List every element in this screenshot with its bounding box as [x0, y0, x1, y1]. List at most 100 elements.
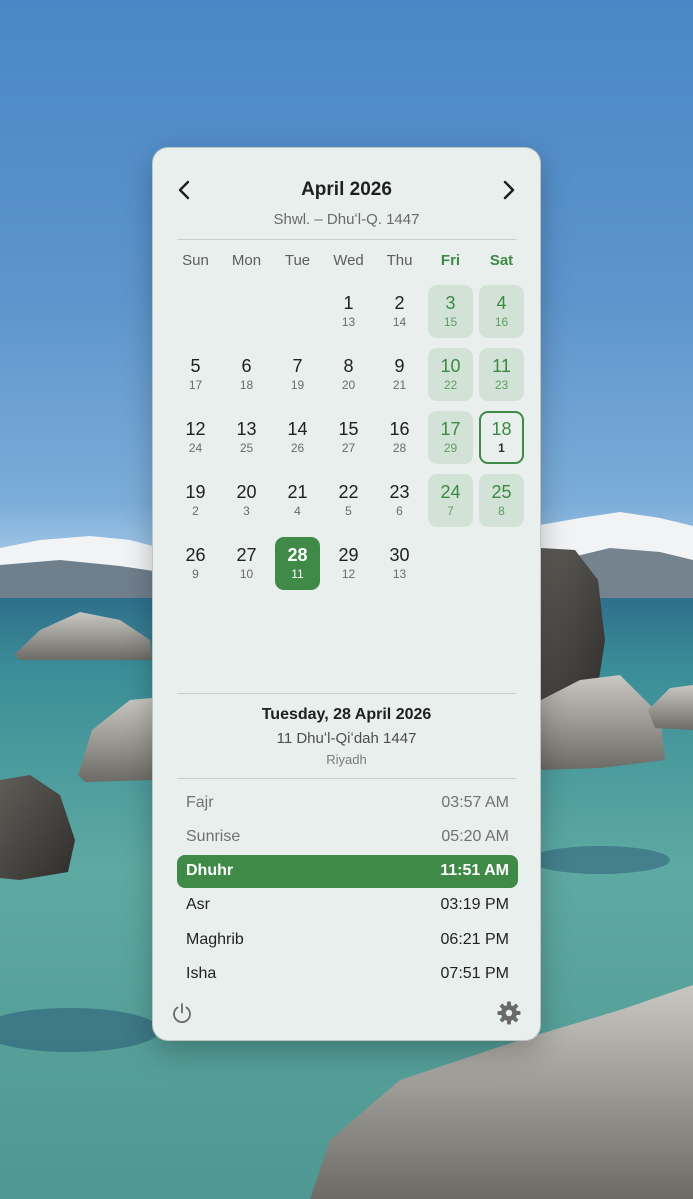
- hijri-day-number: 25: [239, 441, 254, 455]
- calendar-day-7[interactable]: 7 19: [275, 348, 320, 401]
- calendar-day-17[interactable]: 17 29: [428, 411, 473, 464]
- hijri-month-range: Shwl. – Dhuʻl-Q. 1447: [273, 211, 420, 228]
- calendar-day-4[interactable]: 4 16: [479, 285, 524, 338]
- prayer-time: 03:57 AM: [441, 793, 509, 811]
- hijri-day-number: 5: [345, 504, 352, 518]
- gregorian-day-number: 9: [394, 356, 405, 376]
- settings-button[interactable]: [496, 1000, 522, 1026]
- hijri-day-number: 29: [443, 441, 458, 455]
- calendar-day-26[interactable]: 26 9: [173, 537, 218, 590]
- calendar-day-22[interactable]: 22 5: [326, 474, 371, 527]
- hijri-day-number: 21: [392, 378, 407, 392]
- gregorian-day-number: 4: [496, 293, 507, 313]
- prayer-row-fajr[interactable]: Fajr 03:57 AM: [177, 786, 518, 819]
- gregorian-day-number: 13: [236, 419, 257, 439]
- hijri-day-number: 24: [188, 441, 203, 455]
- gregorian-day-number: 5: [190, 356, 201, 376]
- calendar-day-5[interactable]: 5 17: [173, 348, 218, 401]
- calendar-day-12[interactable]: 12 24: [173, 411, 218, 464]
- hijri-day-number: 26: [290, 441, 305, 455]
- gregorian-day-number: 27: [236, 545, 257, 565]
- calendar-day-3[interactable]: 3 15: [428, 285, 473, 338]
- gregorian-day-number: 21: [287, 482, 308, 502]
- hijri-day-number: 20: [341, 378, 356, 392]
- calendar-day-20[interactable]: 20 3: [224, 474, 269, 527]
- prayer-time: 03:19 PM: [440, 896, 509, 914]
- gear-icon: [497, 1001, 521, 1025]
- calendar-day-29[interactable]: 29 12: [326, 537, 371, 590]
- calendar-day-2[interactable]: 2 14: [377, 285, 422, 338]
- prayer-row-sunrise[interactable]: Sunrise 05:20 AM: [177, 820, 518, 853]
- calendar-day-25[interactable]: 25 8: [479, 474, 524, 527]
- hijri-day-number: 10: [239, 567, 254, 581]
- hijri-day-number: 9: [192, 567, 199, 581]
- calendar-day-15[interactable]: 15 27: [326, 411, 371, 464]
- hijri-day-number: 1: [498, 441, 505, 455]
- hijri-day-number: 19: [290, 378, 305, 392]
- month-title: April 2026: [301, 179, 392, 200]
- prayer-name: Dhuhr: [186, 862, 234, 880]
- gregorian-day-number: 24: [440, 482, 461, 502]
- calendar-day-16[interactable]: 16 28: [377, 411, 422, 464]
- calendar-day-28[interactable]: 28 11: [275, 537, 320, 590]
- hijri-day-number: 3: [243, 504, 250, 518]
- prayer-row-dhuhr[interactable]: Dhuhr 11:51 AM: [177, 854, 518, 888]
- gregorian-day-number: 18: [491, 419, 512, 439]
- calendar-day-14[interactable]: 14 26: [275, 411, 320, 464]
- calendar-day-9[interactable]: 9 21: [377, 348, 422, 401]
- prayer-row-isha[interactable]: Isha 07:51 PM: [177, 957, 518, 990]
- prayer-row-asr[interactable]: Asr 03:19 PM: [177, 889, 518, 922]
- prayer-row-maghrib[interactable]: Maghrib 06:21 PM: [177, 923, 518, 956]
- calendar-day-18[interactable]: 18 1: [479, 411, 524, 464]
- weekday-wed: Wed: [333, 252, 364, 269]
- gregorian-day-number: 11: [492, 356, 511, 376]
- hijri-day-number: 11: [291, 567, 304, 581]
- prayer-time: 06:21 PM: [440, 930, 509, 948]
- gregorian-day-number: 7: [292, 356, 303, 376]
- power-icon: [173, 1003, 191, 1024]
- header-divider: [177, 239, 516, 240]
- gregorian-day-number: 1: [343, 293, 354, 313]
- chevron-right-icon: [503, 180, 515, 200]
- hijri-day-number: 14: [392, 315, 407, 329]
- prayer-time: 05:20 AM: [441, 827, 509, 845]
- next-month-button[interactable]: [497, 178, 521, 202]
- calendar-day-30[interactable]: 30 13: [377, 537, 422, 590]
- gregorian-day-number: 3: [445, 293, 456, 313]
- gregorian-day-number: 30: [389, 545, 410, 565]
- calendar-day-13[interactable]: 13 25: [224, 411, 269, 464]
- calendar-blank-cell: [173, 285, 218, 338]
- prayer-time: 11:51 AM: [440, 862, 509, 880]
- calendar-day-10[interactable]: 10 22: [428, 348, 473, 401]
- gregorian-day-number: 23: [389, 482, 410, 502]
- weekday-sat: Sat: [489, 252, 514, 269]
- calendar-day-6[interactable]: 6 18: [224, 348, 269, 401]
- calendar-day-27[interactable]: 27 10: [224, 537, 269, 590]
- calendar-day-23[interactable]: 23 6: [377, 474, 422, 527]
- prayer-calendar-panel: April 2026 Shwl. – Dhuʻl-Q. 1447 Sun Mon T…: [152, 147, 541, 1041]
- hijri-day-number: 22: [443, 378, 458, 392]
- gregorian-day-number: 17: [440, 419, 461, 439]
- weekday-tue: Tue: [284, 252, 311, 269]
- calendar-day-11[interactable]: 11 23: [479, 348, 524, 401]
- calendar-day-grid: 1 13 2 14 3 15 4 16 5 17 6 18 7 19 8 20 9 21 10 22 11 23 12 24 1…: [170, 284, 527, 599]
- hijri-day-number: 7: [447, 504, 454, 518]
- weekday-sun: Sun: [182, 252, 209, 269]
- calendar-day-1[interactable]: 1 13: [326, 285, 371, 338]
- calendar-day-8[interactable]: 8 20: [326, 348, 371, 401]
- calendar-day-19[interactable]: 19 2: [173, 474, 218, 527]
- prayer-name: Fajr: [186, 793, 214, 811]
- location-city: Riyadh: [326, 752, 367, 767]
- prayer-time: 07:51 PM: [440, 964, 509, 982]
- weekday-mon: Mon: [231, 252, 262, 269]
- calendar-day-24[interactable]: 24 7: [428, 474, 473, 527]
- calendar-day-21[interactable]: 21 4: [275, 474, 320, 527]
- calendar-divider: [177, 693, 516, 694]
- prayer-divider: [177, 778, 516, 779]
- hijri-day-number: 4: [294, 504, 301, 518]
- prayer-name: Maghrib: [186, 930, 244, 948]
- hijri-day-number: 2: [192, 504, 199, 518]
- gregorian-day-number: 22: [338, 482, 359, 502]
- gregorian-day-number: 8: [343, 356, 354, 376]
- quit-button[interactable]: [169, 1000, 195, 1026]
